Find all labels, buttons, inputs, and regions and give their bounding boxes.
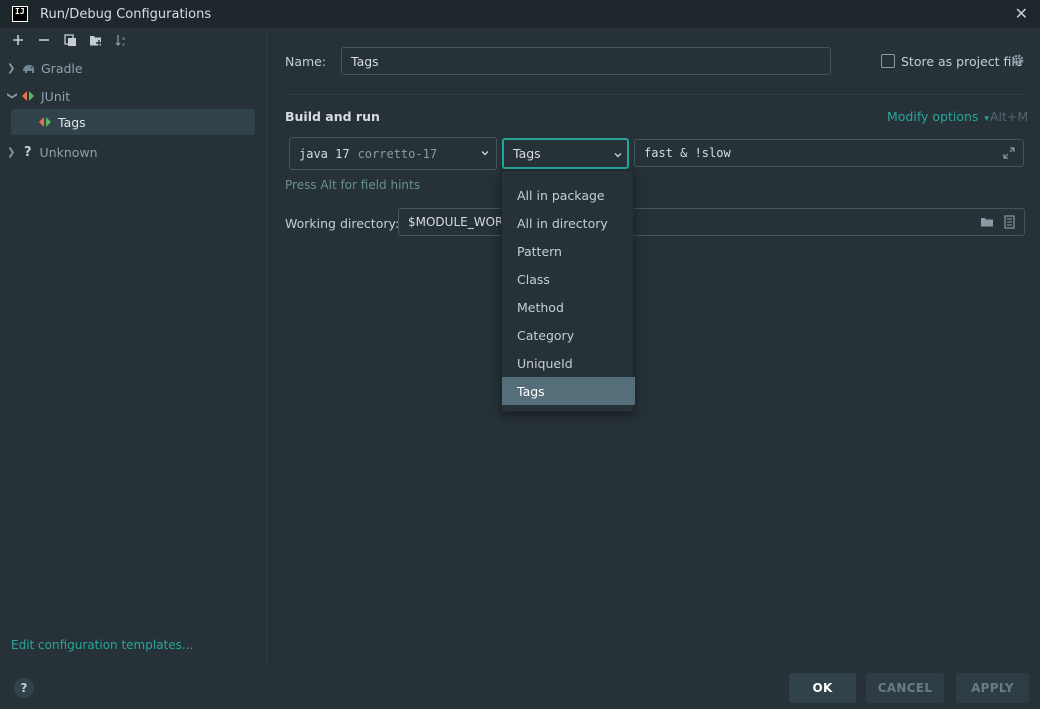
tree-item-junit[interactable]: ❯ JUnit: [0, 83, 267, 109]
question-icon: ?: [24, 144, 32, 160]
expand-icon[interactable]: [1003, 147, 1015, 162]
window-title: Run/Debug Configurations: [40, 6, 212, 22]
jre-sub: corretto-17: [357, 146, 438, 161]
apply-button[interactable]: APPLY: [956, 673, 1029, 703]
section-title: Build and run: [285, 109, 380, 124]
dropdown-option[interactable]: UniqueId: [502, 349, 635, 377]
close-icon[interactable]: ✕: [1015, 4, 1028, 23]
dropdown-option[interactable]: Category: [502, 321, 635, 349]
divider: [285, 94, 1025, 95]
jre-main: java 17: [299, 146, 350, 161]
working-directory-value: $MODULE_WORK: [408, 215, 512, 229]
chevron-right-icon[interactable]: ❯: [7, 147, 17, 158]
dropdown-option[interactable]: Class: [502, 265, 635, 293]
name-value: Tags: [351, 53, 379, 69]
jre-select[interactable]: java 17 corretto-17: [289, 137, 497, 170]
intellij-logo-icon: IJ: [12, 6, 28, 22]
edit-templates-link[interactable]: Edit configuration templates...: [11, 638, 193, 652]
svg-text:z: z: [122, 42, 125, 47]
configurations-toolbar: az: [0, 28, 266, 52]
modify-options-link[interactable]: Modify options ▾: [887, 109, 989, 124]
tree-item-label: Gradle: [41, 60, 83, 76]
dropdown-option[interactable]: Pattern: [502, 237, 635, 265]
chevron-down-icon: [480, 146, 490, 161]
name-field[interactable]: Tags: [341, 47, 831, 75]
dropdown-option[interactable]: Method: [502, 293, 635, 321]
macro-icon[interactable]: [1004, 215, 1015, 232]
junit-icon: [38, 116, 52, 128]
store-project-checkbox[interactable]: [881, 54, 895, 68]
chevron-down-icon[interactable]: ❯: [7, 91, 18, 101]
tree-item-tags[interactable]: Tags: [11, 109, 255, 135]
gradle-elephant-icon: [21, 62, 35, 74]
help-button[interactable]: ?: [14, 678, 34, 698]
tree-item-gradle[interactable]: ❯ Gradle: [0, 55, 267, 81]
tree-item-label: Tags: [58, 114, 86, 130]
chevron-down-icon: ▾: [984, 114, 989, 124]
ok-button[interactable]: OK: [789, 673, 856, 703]
dropdown-option[interactable]: All in package: [502, 181, 635, 209]
tree-item-unknown[interactable]: ❯ ? Unknown: [0, 139, 267, 165]
modify-shortcut: Alt+M: [990, 109, 1029, 124]
add-icon[interactable]: [6, 29, 30, 51]
name-label: Name:: [285, 54, 327, 69]
folder-add-icon[interactable]: [84, 29, 108, 51]
tags-expression-value: fast & !slow: [644, 146, 731, 160]
dropdown-option-selected[interactable]: Tags: [502, 377, 635, 405]
test-kind-select[interactable]: Tags: [502, 138, 629, 169]
field-hint: Press Alt for field hints: [285, 178, 420, 192]
folder-icon[interactable]: [980, 216, 994, 231]
title-bar: IJ Run/Debug Configurations ✕: [0, 0, 1040, 28]
test-kind-dropdown-menu: All in package All in directory Pattern …: [501, 170, 635, 412]
chevron-down-icon: [613, 148, 623, 163]
test-kind-value: Tags: [513, 146, 541, 161]
dropdown-option[interactable]: All in directory: [502, 209, 635, 237]
tree-item-label: Unknown: [39, 144, 98, 160]
junit-icon: [21, 90, 35, 102]
sort-icon[interactable]: az: [110, 29, 134, 51]
store-project-label: Store as project file: [901, 54, 1023, 69]
working-directory-label: Working directory:: [285, 216, 400, 231]
remove-icon[interactable]: [32, 29, 56, 51]
configurations-panel: az ❯ Gradle ❯ JUnit Tags ❯ ? Unknown Edi…: [0, 28, 267, 665]
working-directory-field[interactable]: $MODULE_WORK: [398, 208, 1025, 236]
copy-icon[interactable]: [58, 29, 82, 51]
cancel-button[interactable]: CANCEL: [866, 673, 944, 703]
tags-expression-field[interactable]: fast & !slow: [634, 139, 1024, 167]
tree-item-label: JUnit: [41, 88, 71, 104]
gear-icon[interactable]: [1011, 53, 1025, 70]
modify-options-label: Modify options: [887, 109, 979, 124]
chevron-right-icon[interactable]: ❯: [7, 63, 17, 74]
